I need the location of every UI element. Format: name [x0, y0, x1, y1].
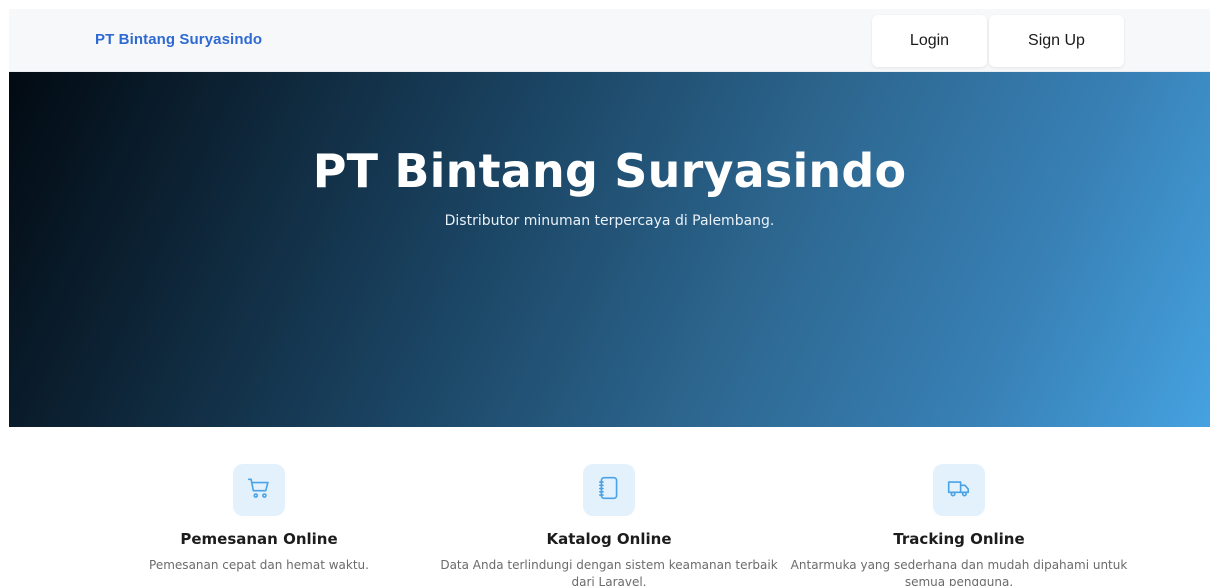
- feature-title: Tracking Online: [893, 530, 1025, 548]
- feature-description: Pemesanan cepat dan hemat waktu.: [149, 558, 369, 572]
- feature-title: Katalog Online: [546, 530, 672, 548]
- feature-icon-box: [233, 464, 285, 516]
- page: PT Bintang Suryasindo Login Sign Up PT B…: [0, 0, 1213, 586]
- features-section: Pemesanan Online Pemesanan cepat dan hem…: [9, 427, 1210, 586]
- navbar: PT Bintang Suryasindo Login Sign Up: [9, 9, 1210, 72]
- hero-title: PT Bintang Suryasindo: [312, 144, 907, 198]
- truck-icon: [946, 475, 972, 506]
- browser-viewport: PT Bintang Suryasindo Login Sign Up PT B…: [9, 9, 1210, 586]
- feature-description: Data Anda terlindungi dengan sistem keam…: [440, 558, 778, 586]
- notebook-icon: [596, 475, 622, 506]
- feature-card-pemesanan: Pemesanan Online Pemesanan cepat dan hem…: [79, 464, 439, 574]
- hero-subtitle: Distributor minuman terpercaya di Palemb…: [444, 213, 775, 229]
- brand-link[interactable]: PT Bintang Suryasindo: [95, 31, 262, 48]
- feature-title: Pemesanan Online: [180, 530, 338, 548]
- feature-card-katalog: Katalog Online Data Anda terlindungi den…: [429, 464, 789, 586]
- feature-description: Antarmuka yang sederhana dan mudah dipah…: [790, 558, 1128, 586]
- signup-button[interactable]: Sign Up: [989, 15, 1124, 67]
- login-button[interactable]: Login: [872, 15, 987, 67]
- hero-banner: PT Bintang Suryasindo Distributor minuma…: [9, 72, 1210, 427]
- feature-icon-box: [933, 464, 985, 516]
- shopping-cart-icon: [246, 475, 272, 506]
- feature-card-tracking: Tracking Online Antarmuka yang sederhana…: [779, 464, 1139, 586]
- feature-icon-box: [583, 464, 635, 516]
